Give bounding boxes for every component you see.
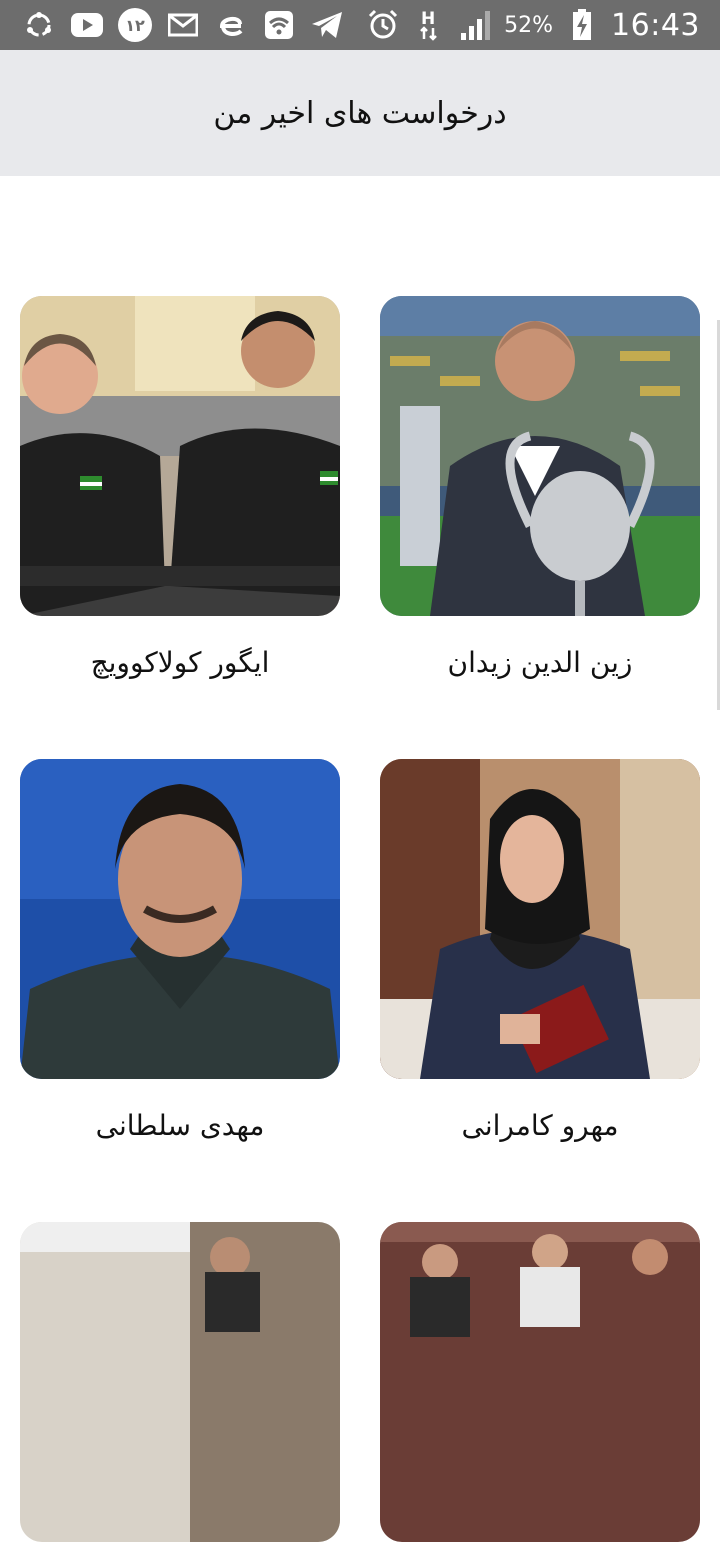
person-name: مهدی سلطانی — [95, 1109, 265, 1142]
person-card[interactable]: مهرو کامرانی — [380, 759, 700, 1142]
person-card[interactable]: زین الدین زیدان — [380, 296, 700, 679]
person-photo[interactable] — [20, 1222, 340, 1542]
person-card[interactable] — [20, 1222, 340, 1542]
person-name: زین الدین زیدان — [447, 646, 633, 679]
person-photo[interactable] — [380, 1222, 700, 1542]
person-name: مهرو کامرانی — [461, 1109, 619, 1142]
people-grid: زین الدین زیدان ایگور کولاکوویچ مهرو کام… — [0, 0, 720, 1542]
person-name: ایگور کولاکوویچ — [90, 646, 270, 679]
person-card[interactable]: مهدی سلطانی — [20, 759, 340, 1142]
person-photo[interactable] — [20, 296, 340, 616]
person-photo[interactable] — [380, 759, 700, 1079]
person-photo[interactable] — [380, 296, 700, 616]
person-card[interactable]: ایگور کولاکوویچ — [20, 296, 340, 679]
person-card[interactable] — [380, 1222, 700, 1542]
person-photo[interactable] — [20, 759, 340, 1079]
